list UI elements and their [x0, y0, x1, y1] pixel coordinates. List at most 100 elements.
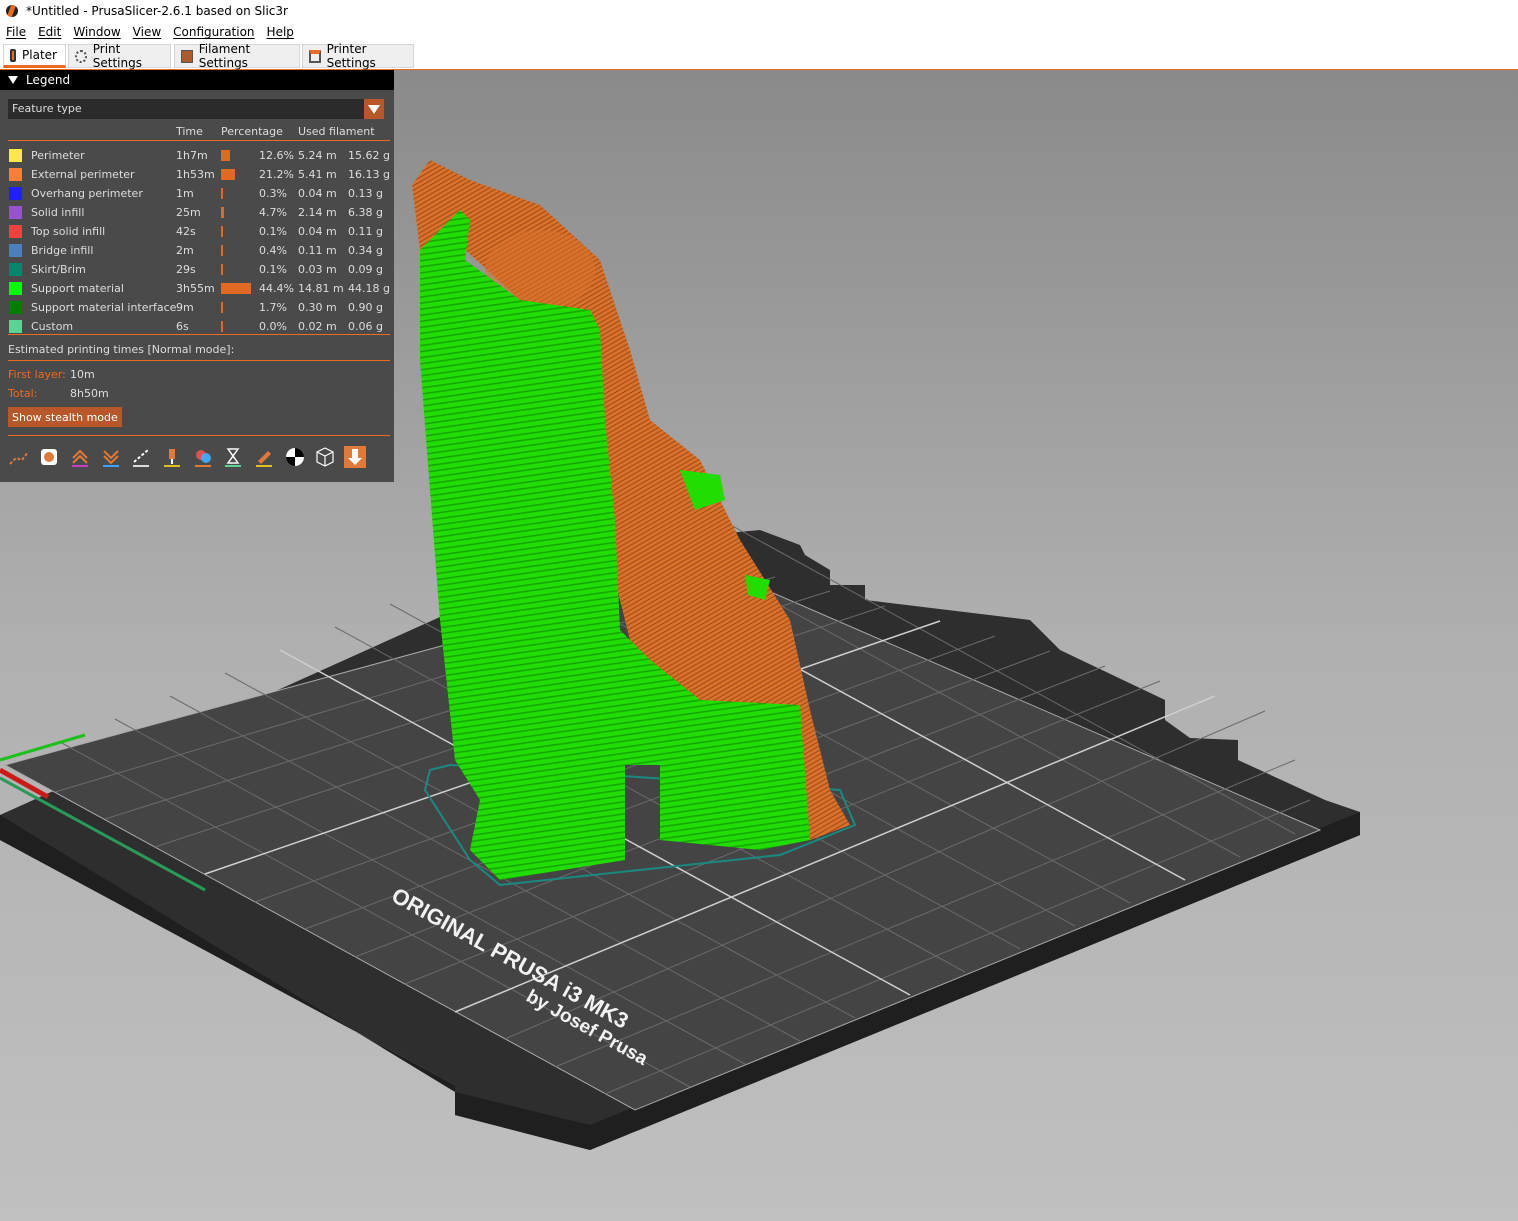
legend-percentage-bar [221, 283, 251, 294]
legend-row-weight: 0.13 g [348, 187, 383, 200]
legend-percentage-bar [221, 226, 223, 237]
tab-print-settings[interactable]: Print Settings [68, 42, 171, 70]
tab-printer-settings-label: Printer Settings [326, 42, 376, 70]
tab-print-settings-label: Print Settings [92, 42, 142, 70]
legend-row[interactable]: Bridge infill 2m 0.4% 0.11 m 0.34 g [0, 241, 394, 260]
menu-edit[interactable]: Edit [32, 25, 67, 39]
tool-changes-icon[interactable] [161, 446, 183, 468]
legend-percentage-bar [221, 264, 223, 275]
show-stealth-mode-button[interactable]: Show stealth mode [8, 407, 122, 427]
legend-row-time: 1m [176, 187, 194, 200]
legend-row-time: 2m [176, 244, 194, 257]
legend-row-length: 0.30 m [298, 301, 337, 314]
tools-divider [8, 435, 390, 436]
legend-percentage-bar [221, 207, 225, 218]
travel-icon[interactable] [8, 446, 30, 468]
sliced-model [412, 160, 857, 887]
legend-row-name: Support material [31, 282, 124, 295]
tab-filament-settings-label: Filament Settings [198, 42, 251, 70]
legend-row-weight: 44.18 g [348, 282, 390, 295]
center-of-gravity-icon[interactable] [284, 446, 306, 468]
plater-icon [10, 48, 17, 62]
shells-icon[interactable] [314, 446, 336, 468]
legend-row-percentage: 12.6% [259, 149, 294, 162]
legend-color-swatch [9, 187, 22, 200]
collapse-triangle-icon [8, 76, 18, 84]
estimated-divider [8, 360, 390, 361]
color-changes-icon[interactable] [192, 446, 214, 468]
legend-row-percentage: 0.4% [259, 244, 287, 257]
pause-icon[interactable] [222, 446, 244, 468]
legend-percentage-bar [221, 150, 230, 161]
legend-row-name: Overhang perimeter [31, 187, 143, 200]
legend-row[interactable]: Solid infill 25m 4.7% 2.14 m 6.38 g [0, 203, 394, 222]
legend-color-swatch [9, 263, 22, 276]
legend-percentage-bar [221, 169, 236, 180]
legend-row-weight: 0.34 g [348, 244, 383, 257]
estimated-times-label: Estimated printing times [Normal mode]: [8, 343, 235, 356]
wipe-icon[interactable] [38, 446, 60, 468]
deretractions-icon[interactable] [100, 446, 122, 468]
legend-color-swatch [9, 168, 22, 181]
legend-row-weight: 15.62 g [348, 149, 390, 162]
menu-file[interactable]: File [0, 25, 32, 39]
legend-row-percentage: 0.1% [259, 225, 287, 238]
menu-configuration[interactable]: Configuration [167, 25, 260, 39]
legend-percentage-bar [221, 245, 223, 256]
legend-row-length: 0.04 m [298, 225, 337, 238]
legend-row[interactable]: Overhang perimeter 1m 0.3% 0.04 m 0.13 g [0, 184, 394, 203]
legend-color-swatch [9, 149, 22, 162]
legend-row[interactable]: External perimeter 1h53m 21.2% 5.41 m 16.13 … [0, 165, 394, 184]
legend-row-weight: 0.11 g [348, 225, 383, 238]
tab-filament-settings[interactable]: Filament Settings [174, 42, 300, 70]
legend-header[interactable]: Legend [0, 70, 394, 90]
legend-row[interactable]: Support material 3h55m 44.4% 14.81 m 44.18 g [0, 279, 394, 298]
filament-spool-icon [181, 49, 193, 63]
legend-row-time: 6s [176, 320, 189, 333]
legend-panel: Legend Feature type Time Percentage Used… [0, 70, 394, 482]
menu-window[interactable]: Window [67, 25, 126, 39]
tab-bar: Plater Print Settings Filament Settings … [0, 42, 1518, 70]
legend-row-name: Skirt/Brim [31, 263, 86, 276]
chevron-down-icon[interactable] [364, 99, 384, 119]
retractions-icon[interactable] [69, 446, 91, 468]
prusaslicer-logo-icon [6, 5, 18, 17]
legend-row-percentage: 0.1% [259, 263, 287, 276]
legend-row[interactable]: Top solid infill 42s 0.1% 0.04 m 0.11 g [0, 222, 394, 241]
title-bar: *Untitled - PrusaSlicer-2.6.1 based on S… [0, 0, 1518, 22]
tab-printer-settings[interactable]: Printer Settings [302, 42, 414, 70]
legend-row-time: 3h55m [176, 282, 215, 295]
menu-help[interactable]: Help [261, 25, 300, 39]
custom-gcode-icon[interactable] [253, 446, 275, 468]
legend-percentage-bar [221, 321, 223, 332]
legend-row[interactable]: Support material interface 9m 1.7% 0.30 m 0.… [0, 298, 394, 317]
legend-percentage-bar [221, 188, 223, 199]
tool-marker-icon[interactable] [344, 446, 366, 468]
legend-color-swatch [9, 244, 22, 257]
legend-row-length: 0.11 m [298, 244, 337, 257]
first-layer-value: 10m [70, 368, 95, 381]
view-type-select[interactable]: Feature type [8, 99, 384, 119]
menu-view[interactable]: View [127, 25, 167, 39]
legend-row-length: 14.81 m [298, 282, 344, 295]
total-value: 8h50m [70, 387, 109, 400]
seams-icon[interactable] [130, 446, 152, 468]
legend-row-name: Perimeter [31, 149, 85, 162]
legend-row-percentage: 1.7% [259, 301, 287, 314]
legend-row-weight: 6.38 g [348, 206, 383, 219]
toolbar-options [8, 446, 388, 472]
legend-row[interactable]: Perimeter 1h7m 12.6% 5.24 m 15.62 g [0, 146, 394, 165]
menu-bar: File Edit Window View Configuration Help [0, 22, 1518, 42]
tab-plater[interactable]: Plater [3, 44, 66, 68]
col-header-time: Time [176, 125, 203, 138]
legend-percentage-bar [221, 302, 223, 313]
legend-color-swatch [9, 225, 22, 238]
legend-row[interactable]: Skirt/Brim 29s 0.1% 0.03 m 0.09 g [0, 260, 394, 279]
total-label: Total: [8, 387, 38, 400]
legend-row-weight: 0.09 g [348, 263, 383, 276]
legend-row-time: 25m [176, 206, 201, 219]
col-header-percentage: Percentage [221, 125, 283, 138]
legend-row-percentage: 44.4% [259, 282, 294, 295]
legend-row-weight: 0.06 g [348, 320, 383, 333]
legend-row-length: 0.04 m [298, 187, 337, 200]
